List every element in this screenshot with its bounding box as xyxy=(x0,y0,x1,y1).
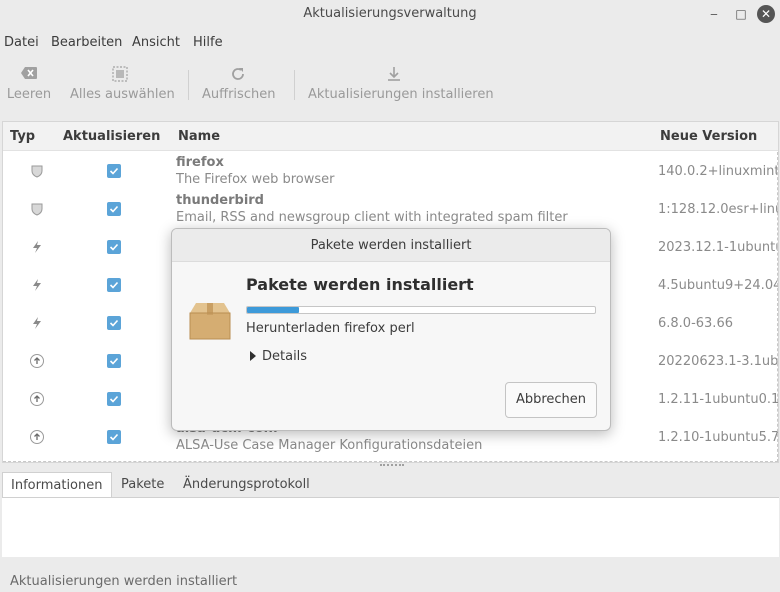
package-version: 20220623.1-3.1ubu xyxy=(658,354,779,369)
clear-button[interactable]: Leeren xyxy=(6,58,52,108)
column-header-new-version[interactable]: Neue Version xyxy=(660,129,757,144)
package-version: 2023.12.1-1ubuntu1 xyxy=(658,240,779,255)
menu-bar: Datei Bearbeiten Ansicht Hilfe xyxy=(0,32,780,54)
update-checkbox[interactable] xyxy=(107,316,121,330)
minimize-button[interactable]: ‒ xyxy=(704,4,724,24)
update-checkbox[interactable] xyxy=(107,354,121,368)
lightning-icon xyxy=(29,315,45,331)
tab-informationen[interactable]: Informationen xyxy=(2,472,112,498)
install-dialog: Pakete werden installiert Pakete werden … xyxy=(171,228,611,431)
shield-icon xyxy=(29,201,45,217)
update-checkbox[interactable] xyxy=(107,240,121,254)
cancel-button[interactable]: Abbrechen xyxy=(505,382,597,418)
lightning-icon xyxy=(29,239,45,255)
details-label: Details xyxy=(262,349,308,364)
column-header-name[interactable]: Name xyxy=(178,129,220,144)
refresh-icon xyxy=(202,58,274,84)
lightning-icon xyxy=(29,277,45,293)
refresh-button[interactable]: Auffrischen xyxy=(202,58,276,108)
table-row[interactable]: thunderbird Email, RSS and newsgroup cli… xyxy=(3,190,778,228)
install-updates-button[interactable]: Aktualisierungen installieren xyxy=(308,58,494,108)
column-header-update[interactable]: Aktualisieren xyxy=(63,129,160,144)
select-all-label: Alles auswählen xyxy=(70,87,175,102)
window-title: Aktualisierungsverwaltung xyxy=(303,6,477,21)
package-version: 1.2.10-1ubuntu5.7 xyxy=(658,430,779,445)
info-tabs: Informationen Pakete Änderungsprotokoll xyxy=(0,472,780,498)
expander-arrow-icon xyxy=(250,351,256,361)
progress-fill xyxy=(247,307,300,313)
update-checkbox[interactable] xyxy=(107,392,121,406)
upgrade-arrow-icon xyxy=(29,353,45,369)
package-version: 4.5ubuntu9+24.04.1 xyxy=(658,278,778,293)
install-progress-bar xyxy=(246,306,596,314)
select-all-button[interactable]: Alles auswählen xyxy=(70,58,175,108)
package-version: 6.8.0-63.66 xyxy=(658,316,733,331)
update-checkbox[interactable] xyxy=(107,202,121,216)
update-checkbox[interactable] xyxy=(107,278,121,292)
dialog-status: Herunterladen firefox perl xyxy=(246,321,415,336)
menu-ansicht[interactable]: Ansicht xyxy=(132,35,180,50)
maximize-button[interactable]: □ xyxy=(731,4,751,24)
dialog-heading: Pakete werden installiert xyxy=(246,275,474,294)
package-name: thunderbird xyxy=(176,193,264,208)
package-version: 1.2.11-1ubuntu0.1 xyxy=(658,392,779,407)
menu-datei[interactable]: Datei xyxy=(4,35,39,50)
package-description: ALSA-Use Case Manager Konfigurationsdate… xyxy=(176,438,483,453)
upgrade-arrow-icon xyxy=(29,391,45,407)
tab-pakete[interactable]: Pakete xyxy=(113,472,172,498)
install-updates-label: Aktualisierungen installieren xyxy=(308,87,494,102)
package-name: firefox xyxy=(176,155,224,170)
dialog-title: Pakete werden installiert xyxy=(172,229,610,262)
package-version: 1:128.12.0esr+linux xyxy=(658,202,779,217)
clear-backspace-icon xyxy=(6,58,52,84)
select-all-icon xyxy=(70,58,170,84)
title-bar: Aktualisierungsverwaltung ‒ □ ✕ xyxy=(0,0,780,28)
tab-panel xyxy=(2,497,779,557)
column-header-type[interactable]: Typ xyxy=(10,129,35,144)
close-button[interactable]: ✕ xyxy=(757,5,775,23)
package-description: The Firefox web browser xyxy=(176,172,335,187)
list-border xyxy=(777,152,778,462)
table-row[interactable]: firefox The Firefox web browser 140.0.2+… xyxy=(3,152,778,190)
toolbar-separator xyxy=(188,70,189,100)
update-checkbox[interactable] xyxy=(107,430,121,444)
update-checkbox[interactable] xyxy=(107,164,121,178)
package-version: 140.0.2+linuxmint1+ xyxy=(658,164,778,179)
shield-icon xyxy=(29,163,45,179)
clear-label: Leeren xyxy=(6,87,52,102)
menu-hilfe[interactable]: Hilfe xyxy=(193,35,223,50)
menu-bearbeiten[interactable]: Bearbeiten xyxy=(51,35,122,50)
package-box-icon xyxy=(188,301,232,341)
upgrade-arrow-icon xyxy=(29,429,45,445)
refresh-label: Auffrischen xyxy=(202,87,276,102)
toolbar-separator xyxy=(294,70,295,100)
list-header: Typ Aktualisieren Name Neue Version xyxy=(3,122,778,151)
package-description: Email, RSS and newsgroup client with int… xyxy=(176,210,568,225)
tab-aenderungsprotokoll[interactable]: Änderungsprotokoll xyxy=(175,472,318,498)
list-border xyxy=(3,461,778,462)
download-icon xyxy=(308,58,480,84)
toolbar: Leeren Alles auswählen Auffrischen Aktua… xyxy=(0,58,780,114)
pane-resize-handle[interactable] xyxy=(380,464,404,467)
status-text: Aktualisierungen werden installiert xyxy=(10,574,238,589)
details-expander[interactable]: Details xyxy=(250,349,307,364)
